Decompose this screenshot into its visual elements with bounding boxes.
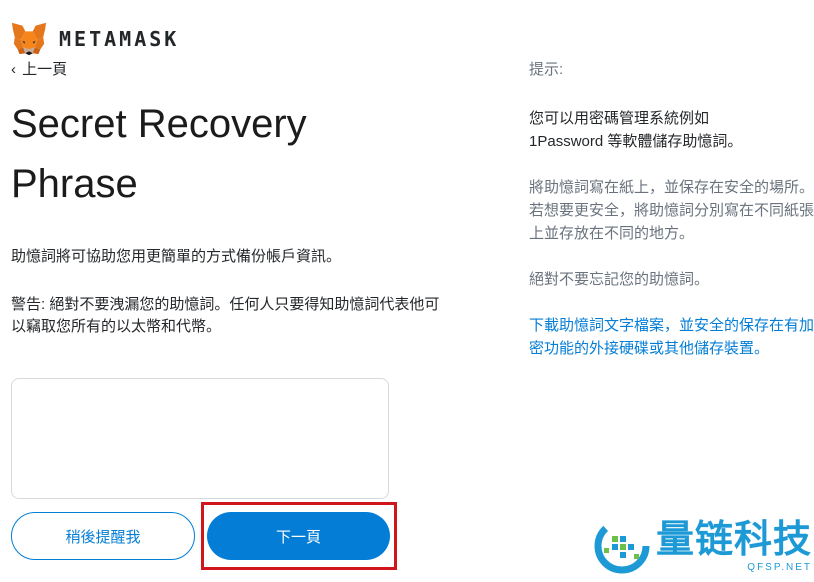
tip-password-manager-line2: 1Password 等軟體儲存助憶詞。	[529, 133, 743, 150]
intro-text: 助憶詞將可協助您用更簡單的方式備份帳戶資訊。	[11, 248, 342, 265]
tips-panel: 提示: 您可以用密碼管理系統例如 1Password 等軟體儲存助憶詞。 將助憶…	[529, 58, 814, 360]
seed-phrase-box[interactable]	[11, 378, 389, 499]
chevron-left-icon: ‹	[11, 61, 16, 78]
back-label: 上一頁	[22, 61, 68, 78]
remind-later-button[interactable]: 稍後提醒我	[11, 512, 195, 560]
tips-heading: 提示:	[529, 61, 564, 78]
tip-password-manager: 您可以用密碼管理系統例如 1Password 等軟體儲存助憶詞。	[529, 107, 814, 153]
watermark: 量链科技 QFSP.NET	[594, 518, 812, 574]
watermark-url: QFSP.NET	[747, 562, 813, 573]
back-link[interactable]: ‹ 上一頁	[11, 58, 67, 79]
page-title: Secret Recovery Phrase	[11, 102, 307, 206]
tip-never-forget: 絕對不要忘記您的助憶詞。	[529, 271, 710, 288]
download-phrase-link[interactable]: 下載助憶詞文字檔案，並安全的保存在有加密功能的外接硬碟或其他儲存裝置。	[529, 314, 814, 360]
warning-text: 警告: 絕對不要洩漏您的助憶詞。任何人只要得知助憶詞代表他可以竊取您所有的以太幣…	[11, 296, 440, 335]
watermark-logo-icon	[594, 518, 650, 574]
next-button[interactable]: 下一頁	[207, 512, 390, 560]
tip-password-manager-line1: 您可以用密碼管理系統例如	[529, 110, 710, 127]
brand-name: METAMASK	[59, 27, 180, 51]
metamask-logo: METAMASK	[10, 21, 179, 57]
fox-icon	[11, 22, 47, 56]
watermark-name: 量链科技	[656, 519, 813, 561]
tip-write-on-paper: 將助憶詞寫在紙上，並保存在安全的場所。若想要更安全，將助憶詞分別寫在不同紙張上並…	[529, 179, 814, 242]
